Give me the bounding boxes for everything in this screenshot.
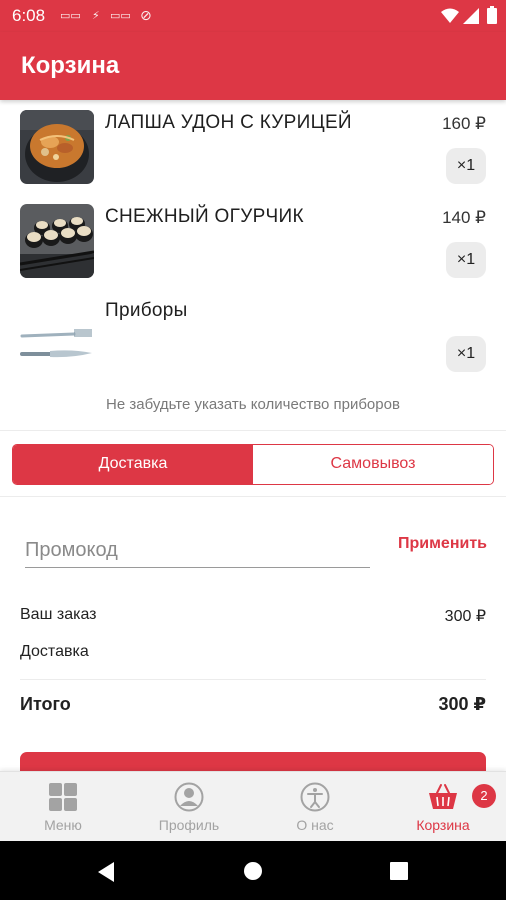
promo-code-input[interactable]: [25, 533, 370, 568]
about-icon: [300, 782, 330, 812]
notification-icon: ▭▭: [110, 10, 131, 22]
divider: [0, 496, 506, 497]
quantity-button[interactable]: ×1: [446, 336, 486, 372]
delivery-method-toggle: Доставка Самовывоз: [12, 444, 494, 485]
nav-item-menu[interactable]: Меню: [0, 772, 126, 842]
quantity-button[interactable]: ×1: [446, 242, 486, 278]
delivery-cost-label: Доставка: [20, 643, 89, 660]
system-navigation-bar: [0, 841, 506, 900]
notification-icon: ▭▭: [60, 10, 81, 22]
item-name: СНЕЖНЫЙ ОГУРЧИК: [105, 206, 304, 227]
signal-icon: [463, 8, 479, 24]
cutlery-photo: [20, 298, 94, 372]
divider: [0, 430, 506, 431]
status-time: 6:08: [12, 6, 46, 25]
cart-item: Приборы ×1: [0, 288, 506, 382]
grid-icon: [49, 783, 77, 811]
back-icon[interactable]: [96, 861, 116, 883]
wifi-icon: [441, 8, 459, 23]
cart-item: СНЕЖНЫЙ ОГУРЧИК 140 ₽ ×1: [0, 194, 506, 288]
total-label: Итого: [20, 694, 71, 714]
notification-icon: ⊘: [140, 7, 152, 23]
item-price: 160 ₽: [442, 114, 486, 133]
item-name: ЛАПША УДОН С КУРИЦЕЙ: [105, 112, 352, 133]
nav-label: Корзина: [416, 817, 470, 833]
nav-label: Меню: [44, 817, 82, 833]
delivery-cost-row: Доставка: [20, 643, 486, 661]
total-value: 300 ₽: [438, 694, 486, 714]
home-icon[interactable]: [243, 861, 263, 881]
order-subtotal-row: Ваш заказ 300 ₽: [20, 606, 486, 625]
battery-icon: [487, 6, 497, 24]
delivery-tab[interactable]: Доставка: [13, 445, 253, 484]
app-bar: Корзина: [0, 32, 506, 100]
divider: [20, 679, 486, 680]
nav-item-profile[interactable]: Профиль: [126, 772, 252, 842]
apply-promo-button[interactable]: Применить: [398, 535, 487, 553]
item-price: 140 ₽: [442, 208, 486, 227]
bottom-navigation: Меню Профиль О нас Корзина: [0, 771, 506, 841]
basket-icon: [429, 784, 457, 809]
cart-count-badge: 2: [472, 784, 496, 808]
cutlery-hint: Не забудьте указать количество приборов: [106, 396, 400, 413]
nav-item-about[interactable]: О нас: [252, 772, 378, 842]
total-row: Итого 300 ₽: [20, 694, 486, 715]
sushi-rolls-photo: [20, 204, 94, 278]
profile-icon: [174, 782, 204, 812]
recent-apps-icon[interactable]: [390, 862, 408, 880]
cart-item: ЛАПША УДОН С КУРИЦЕЙ 160 ₽ ×1: [0, 100, 506, 194]
nav-label: Профиль: [158, 817, 220, 833]
notification-icon: ⚡: [92, 10, 100, 22]
noodles-photo: [20, 110, 94, 184]
status-bar: 6:08 ▭▭ ⚡ ▭▭ ⊘: [0, 0, 506, 32]
pickup-tab[interactable]: Самовывоз: [253, 445, 493, 484]
page-title: Корзина: [21, 52, 120, 79]
nav-label: О нас: [296, 817, 334, 833]
quantity-button[interactable]: ×1: [446, 148, 486, 184]
item-name: Приборы: [105, 300, 188, 321]
order-subtotal-label: Ваш заказ: [20, 606, 97, 623]
order-subtotal-value: 300 ₽: [444, 608, 486, 625]
